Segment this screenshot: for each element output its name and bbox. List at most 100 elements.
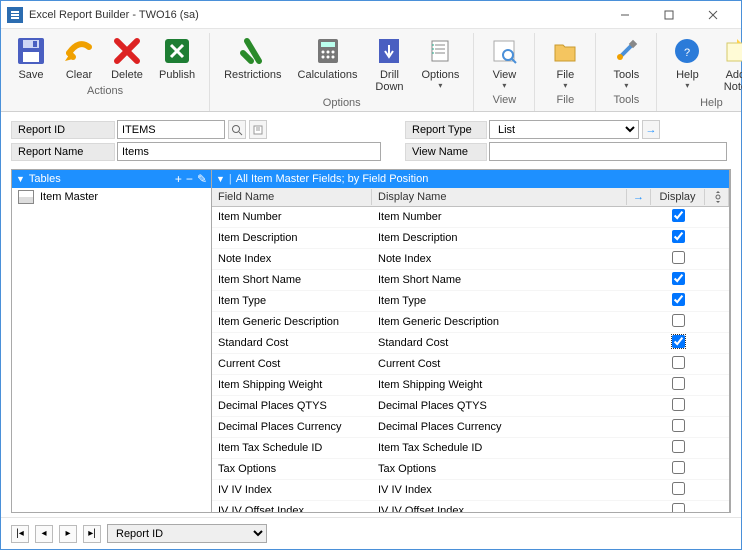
chevron-down-icon: ▾ [563, 81, 567, 90]
nav-first-button[interactable]: |◂ [11, 525, 29, 543]
col-arrow-icon[interactable]: → [627, 189, 651, 205]
nav-field-select[interactable]: Report ID [107, 524, 267, 543]
col-sort-icon[interactable] [705, 188, 729, 206]
restrictions-button[interactable]: Restrictions [218, 33, 287, 95]
field-row[interactable]: Note IndexNote Index [212, 249, 729, 270]
help-icon: ? [671, 35, 703, 67]
drilldown-button[interactable]: Drill Down [367, 33, 411, 95]
table-row[interactable]: Item Master [12, 188, 211, 206]
maximize-button[interactable] [647, 4, 691, 26]
addnote-button[interactable]: ✦Add Note [713, 33, 742, 95]
clear-icon [63, 35, 95, 67]
display-check-cell [651, 459, 705, 479]
file-button[interactable]: File▾ [543, 33, 587, 92]
field-name-cell: Item Type [212, 293, 372, 309]
field-name-cell: Decimal Places Currency [212, 419, 372, 435]
field-row[interactable]: Decimal Places QTYSDecimal Places QTYS [212, 396, 729, 417]
minimize-button[interactable] [603, 4, 647, 26]
view-button[interactable]: View▾ [482, 33, 526, 92]
display-checkbox[interactable] [672, 230, 685, 243]
display-checkbox[interactable] [672, 482, 685, 495]
nav-last-button[interactable]: ▸| [83, 525, 101, 543]
publish-button[interactable]: Publish [153, 33, 201, 83]
fields-menu-icon[interactable]: ▼ [216, 174, 225, 184]
nav-next-button[interactable]: ▸ [59, 525, 77, 543]
field-row[interactable]: Decimal Places CurrencyDecimal Places Cu… [212, 417, 729, 438]
display-checkbox[interactable] [672, 461, 685, 474]
calculations-button[interactable]: Calculations [292, 33, 364, 95]
display-check-cell [651, 333, 705, 353]
display-checkbox[interactable] [672, 251, 685, 264]
field-row[interactable]: IV IV Offset IndexIV IV Offset Index [212, 501, 729, 512]
field-name-cell: Item Generic Description [212, 314, 372, 330]
display-name-cell: Item Number [372, 209, 627, 225]
display-checkbox[interactable] [672, 209, 685, 222]
report-id-input[interactable] [117, 120, 225, 139]
display-checkbox[interactable] [672, 314, 685, 327]
restrictions-icon [237, 35, 269, 67]
ribbon-group-view: View▾View [480, 33, 535, 111]
display-checkbox[interactable] [672, 335, 685, 348]
display-checkbox[interactable] [672, 440, 685, 453]
field-row[interactable]: Item NumberItem Number [212, 207, 729, 228]
field-row[interactable]: Tax OptionsTax Options [212, 459, 729, 480]
titlebar: Excel Report Builder - TWO16 (sa) [1, 1, 741, 29]
report-type-select[interactable]: List [489, 120, 639, 139]
display-name-cell: Decimal Places Currency [372, 419, 627, 435]
display-check-cell [651, 396, 705, 416]
field-row[interactable]: Item Shipping WeightItem Shipping Weight [212, 375, 729, 396]
go-icon[interactable]: → [642, 120, 660, 139]
delete-button[interactable]: Delete [105, 33, 149, 83]
close-button[interactable] [691, 4, 735, 26]
display-checkbox[interactable] [672, 398, 685, 411]
field-row[interactable]: Item TypeItem Type [212, 291, 729, 312]
field-row[interactable]: Current CostCurrent Cost [212, 354, 729, 375]
ribbon-group-help: ?Help▾✦Add NoteHelp [663, 33, 742, 111]
field-row[interactable]: Item Short NameItem Short Name [212, 270, 729, 291]
tables-header-label: Tables [29, 173, 61, 185]
col-field-name[interactable]: Field Name [212, 189, 372, 205]
clear-label: Clear [66, 69, 92, 81]
display-checkbox[interactable] [672, 272, 685, 285]
field-row[interactable]: Item Tax Schedule IDItem Tax Schedule ID [212, 438, 729, 459]
add-table-icon[interactable]: + [175, 172, 182, 186]
ribbon-group-file: File▾File [541, 33, 596, 111]
tools-button[interactable]: Tools▾ [604, 33, 648, 92]
field-row[interactable]: Item Generic DescriptionItem Generic Des… [212, 312, 729, 333]
display-checkbox[interactable] [672, 377, 685, 390]
help-label: Help [676, 69, 699, 81]
col-display-check[interactable]: Display [651, 189, 705, 205]
publish-label: Publish [159, 69, 195, 81]
lookup-icon[interactable] [228, 120, 246, 139]
display-name-cell: Item Short Name [372, 272, 627, 288]
display-checkbox[interactable] [672, 503, 685, 512]
remove-table-icon[interactable]: − [186, 172, 193, 186]
note-icon[interactable] [249, 120, 267, 139]
field-name-cell: Item Number [212, 209, 372, 225]
field-row[interactable]: Standard CostStandard Cost [212, 333, 729, 354]
options-button[interactable]: Options▾ [415, 33, 465, 95]
view-name-input[interactable] [489, 142, 727, 161]
ribbon-group-label: Tools [614, 94, 640, 106]
save-button[interactable]: Save [9, 33, 53, 83]
app-icon [7, 7, 23, 23]
field-name-cell: Item Short Name [212, 272, 372, 288]
help-button[interactable]: ?Help▾ [665, 33, 709, 95]
ribbon-group-options: RestrictionsCalculationsDrill DownOption… [216, 33, 474, 111]
field-row[interactable]: IV IV IndexIV IV Index [212, 480, 729, 501]
clear-button[interactable]: Clear [57, 33, 101, 83]
report-name-label: Report Name [11, 143, 115, 161]
tables-header: ▼ Tables + − ✎ [12, 170, 211, 188]
col-display-name[interactable]: Display Name [372, 189, 627, 205]
nav-prev-button[interactable]: ◂ [35, 525, 53, 543]
edit-table-icon[interactable]: ✎ [197, 172, 207, 186]
tables-menu-icon[interactable]: ▼ [16, 174, 25, 184]
report-name-input[interactable] [117, 142, 381, 161]
display-checkbox[interactable] [672, 419, 685, 432]
field-row[interactable]: Item DescriptionItem Description [212, 228, 729, 249]
chevron-down-icon: ▾ [502, 81, 506, 90]
display-checkbox[interactable] [672, 293, 685, 306]
view-label: View [493, 69, 517, 81]
display-name-cell: Decimal Places QTYS [372, 398, 627, 414]
display-checkbox[interactable] [672, 356, 685, 369]
